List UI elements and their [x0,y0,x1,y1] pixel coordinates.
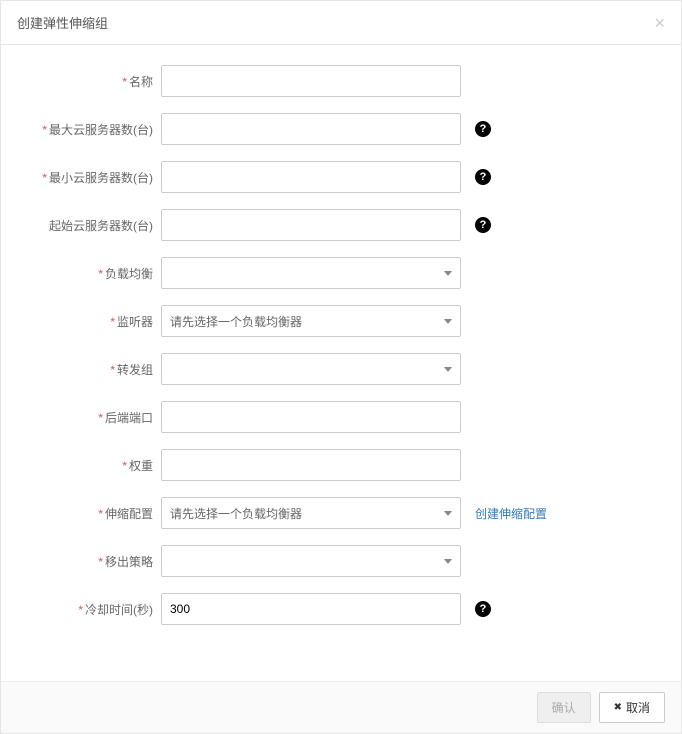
required-star: * [110,363,115,377]
label-max-servers: *最大云服务器数(台) [31,121,161,138]
removal-policy-select[interactable] [161,545,461,577]
label-load-balancer: *负载均衡 [31,265,161,282]
required-star: * [98,507,103,521]
initial-servers-input[interactable] [161,209,461,241]
required-star: * [78,603,83,617]
close-icon[interactable]: × [654,14,665,32]
row-weight: *权重 [31,449,651,481]
required-star: * [122,75,127,89]
row-forward-group: *转发组 [31,353,651,385]
row-min-servers: *最小云服务器数(台) ? [31,161,651,193]
load-balancer-select[interactable] [161,257,461,289]
chevron-down-icon [444,319,452,324]
row-listener: *监听器 请先选择一个负载均衡器 [31,305,651,337]
label-listener: *监听器 [31,313,161,330]
close-icon: ✖ [614,703,622,713]
cooldown-input[interactable] [161,593,461,625]
scaling-config-select[interactable]: 请先选择一个负载均衡器 [161,497,461,529]
help-icon[interactable]: ? [475,121,491,137]
row-cooldown: *冷却时间(秒) ? [31,593,651,625]
required-star: * [42,123,47,137]
required-star: * [110,315,115,329]
create-scaling-group-modal: 创建弹性伸缩组 × *名称 *最大云服务器数(台) ? *最小云服务器数(台) [0,0,682,734]
row-removal-policy: *移出策略 [31,545,651,577]
row-backend-port: *后端端口 [31,401,651,433]
name-input[interactable] [161,65,461,97]
required-star: * [98,411,103,425]
weight-input[interactable] [161,449,461,481]
row-initial-servers: 起始云服务器数(台) ? [31,209,651,241]
max-servers-input[interactable] [161,113,461,145]
confirm-button[interactable]: 确认 [537,692,591,723]
label-name: *名称 [31,73,161,90]
create-scaling-config-link[interactable]: 创建伸缩配置 [475,505,547,522]
select-value: 请先选择一个负载均衡器 [170,313,444,330]
label-cooldown: *冷却时间(秒) [31,601,161,618]
modal-title: 创建弹性伸缩组 [17,13,108,32]
select-value: 请先选择一个负载均衡器 [170,505,444,522]
help-icon[interactable]: ? [475,217,491,233]
label-scaling-config: *伸缩配置 [31,505,161,522]
label-weight: *权重 [31,457,161,474]
label-forward-group: *转发组 [31,361,161,378]
required-star: * [98,267,103,281]
row-load-balancer: *负载均衡 [31,257,651,289]
label-initial-servers: 起始云服务器数(台) [31,217,161,234]
label-backend-port: *后端端口 [31,409,161,426]
min-servers-input[interactable] [161,161,461,193]
forward-group-select[interactable] [161,353,461,385]
row-name: *名称 [31,65,651,97]
required-star: * [122,459,127,473]
chevron-down-icon [444,559,452,564]
chevron-down-icon [444,511,452,516]
row-scaling-config: *伸缩配置 请先选择一个负载均衡器 创建伸缩配置 [31,497,651,529]
required-star: * [42,171,47,185]
modal-header: 创建弹性伸缩组 × [1,1,681,45]
row-max-servers: *最大云服务器数(台) ? [31,113,651,145]
help-icon[interactable]: ? [475,169,491,185]
label-removal-policy: *移出策略 [31,553,161,570]
chevron-down-icon [444,271,452,276]
cancel-button[interactable]: ✖ 取消 [599,692,665,723]
listener-select[interactable]: 请先选择一个负载均衡器 [161,305,461,337]
help-icon[interactable]: ? [475,601,491,617]
chevron-down-icon [444,367,452,372]
backend-port-input[interactable] [161,401,461,433]
modal-body: *名称 *最大云服务器数(台) ? *最小云服务器数(台) ? [1,45,681,681]
label-min-servers: *最小云服务器数(台) [31,169,161,186]
modal-footer: 确认 ✖ 取消 [1,681,681,733]
required-star: * [98,555,103,569]
